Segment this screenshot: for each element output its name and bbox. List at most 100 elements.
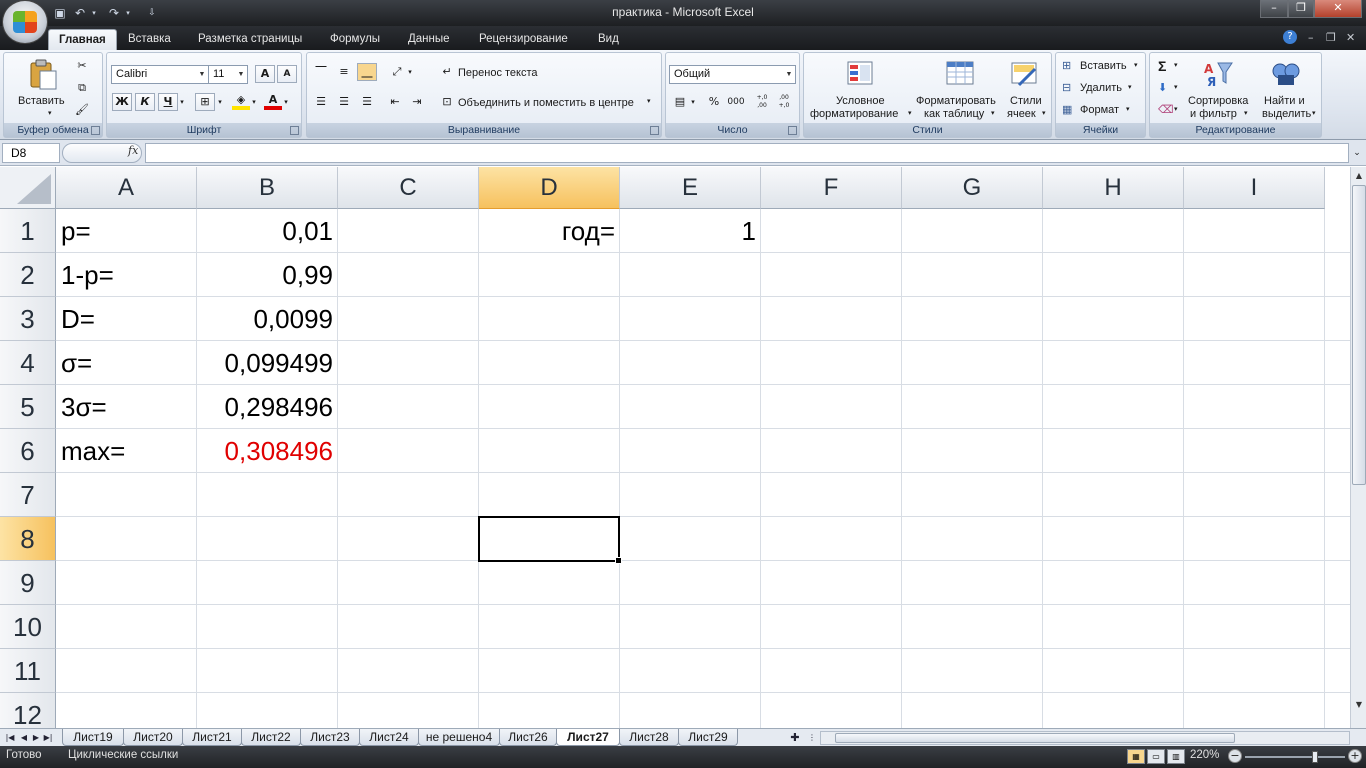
scroll-up-icon[interactable]: ▲ [1352, 168, 1366, 184]
font-name-select[interactable]: Calibri ▼ [111, 65, 209, 84]
normal-view-icon[interactable]: ▦ [1127, 749, 1145, 764]
cell-a4[interactable]: σ= [56, 341, 197, 385]
row-header-1[interactable]: 1 [0, 209, 56, 253]
cell-a6[interactable]: max= [56, 429, 197, 473]
formula-input[interactable] [145, 143, 1349, 163]
tab-page-layout[interactable]: Разметка страницы [188, 29, 312, 50]
fill-down-icon[interactable]: ⬇ [1158, 81, 1167, 94]
row-header-7[interactable]: 7 [0, 473, 56, 517]
sheet-tab-6[interactable]: Лист24 [359, 729, 419, 746]
autosum-button[interactable]: Σ [1158, 58, 1166, 74]
sort-filter-dropdown-icon[interactable]: ▾ [1244, 109, 1248, 117]
paste-dropdown-icon[interactable]: ▾ [48, 109, 52, 117]
find-select-label-1[interactable]: Найти и [1264, 95, 1305, 107]
font-size-select[interactable]: 11 ▼ [208, 65, 248, 84]
row-header-8[interactable]: 8 [0, 517, 56, 561]
horizontal-scroll-thumb[interactable] [835, 733, 1235, 743]
row-header-11[interactable]: 11 [0, 649, 56, 693]
zoom-out-icon[interactable]: − [1228, 749, 1242, 763]
format-as-table-label-1[interactable]: Форматировать [916, 95, 996, 107]
sheet-tab-3[interactable]: Лист21 [182, 729, 242, 746]
zoom-level[interactable]: 220% [1190, 749, 1219, 761]
font-launcher-icon[interactable] [290, 126, 299, 135]
last-sheet-icon[interactable]: ▶| [42, 730, 54, 745]
sheet-tab-4[interactable]: Лист22 [241, 729, 301, 746]
font-color-dropdown-icon[interactable]: ▾ [281, 93, 291, 111]
office-button[interactable] [2, 0, 48, 44]
tab-data[interactable]: Данные [398, 29, 460, 50]
decrease-decimal-button[interactable]: ,00 +,0 [774, 93, 794, 111]
column-header-h[interactable]: H [1043, 167, 1184, 209]
clear-dropdown-icon[interactable]: ▾ [1174, 105, 1178, 113]
insert-cells-icon[interactable]: ⊞ [1062, 59, 1071, 72]
align-right-icon[interactable]: ☰ [357, 93, 377, 111]
cell-b3[interactable]: 0,0099 [197, 297, 338, 341]
sheet-tab-1[interactable]: Лист19 [62, 729, 124, 746]
conditional-formatting-icon[interactable] [844, 59, 876, 89]
vertical-scroll-thumb[interactable] [1352, 185, 1366, 485]
conditional-formatting-label-1[interactable]: Условное [836, 95, 885, 107]
sheet-tab-11[interactable]: Лист29 [678, 729, 738, 746]
zoom-slider[interactable] [1245, 751, 1345, 763]
cell-a2[interactable]: 1-p= [56, 253, 197, 297]
find-select-label-2[interactable]: выделить [1262, 108, 1311, 120]
cell-e1[interactable]: 1 [620, 209, 761, 253]
page-break-view-icon[interactable]: ▥ [1167, 749, 1185, 764]
currency-dropdown-icon[interactable]: ▾ [688, 93, 698, 111]
find-select-dropdown-icon[interactable]: ▾ [1312, 109, 1316, 117]
column-header-a[interactable]: A [56, 167, 197, 209]
wrap-text-button[interactable]: Перенос текста [458, 67, 538, 79]
format-as-table-dropdown-icon[interactable]: ▾ [991, 109, 995, 117]
cut-icon[interactable]: ✂ [72, 57, 92, 75]
delete-cells-button[interactable]: Удалить [1080, 82, 1122, 94]
align-middle-icon[interactable]: ≡ [334, 63, 354, 81]
tab-formulas[interactable]: Формулы [320, 29, 390, 50]
borders-dropdown-icon[interactable]: ▾ [215, 93, 225, 111]
sort-filter-label-1[interactable]: Сортировка [1188, 95, 1248, 107]
merge-dropdown-icon[interactable]: ▾ [647, 97, 651, 105]
vertical-scrollbar[interactable]: ▲ ▼ [1350, 167, 1366, 728]
tab-home[interactable]: Главная [48, 29, 117, 50]
find-select-icon[interactable] [1270, 59, 1302, 89]
format-as-table-label-2[interactable]: как таблицу [924, 108, 984, 120]
row-header-5[interactable]: 5 [0, 385, 56, 429]
cell-b6[interactable]: 0,308496 [197, 429, 338, 473]
column-header-i[interactable]: I [1184, 167, 1325, 209]
tab-split-handle[interactable]: ⋮ [808, 730, 816, 745]
cell-a5[interactable]: 3σ= [56, 385, 197, 429]
sheet-tab-7[interactable]: не решено4 [418, 729, 500, 746]
cell-b5[interactable]: 0,298496 [197, 385, 338, 429]
align-left-icon[interactable]: ☰ [311, 93, 331, 111]
underline-button[interactable]: Ч [158, 93, 178, 111]
select-all-button[interactable] [0, 167, 56, 209]
sheet-tab-5[interactable]: Лист23 [300, 729, 360, 746]
insert-function-button[interactable]: fx [128, 144, 138, 157]
delete-cells-icon[interactable]: ⊟ [1062, 81, 1071, 94]
horizontal-scrollbar[interactable] [820, 731, 1350, 745]
first-sheet-icon[interactable]: |◀ [4, 730, 16, 745]
number-launcher-icon[interactable] [788, 126, 797, 135]
sort-filter-label-2[interactable]: и фильтр [1190, 108, 1237, 120]
cell-styles-label-1[interactable]: Стили [1010, 95, 1042, 107]
column-header-b[interactable]: B [197, 167, 338, 209]
merge-center-button[interactable]: Объединить и поместить в центре [458, 97, 634, 109]
close-button[interactable]: ✕ [1314, 0, 1362, 18]
cell-a3[interactable]: D= [56, 297, 197, 341]
insert-cells-button[interactable]: Вставить [1080, 60, 1127, 72]
sheet-tab-10[interactable]: Лист28 [619, 729, 679, 746]
conditional-dropdown-icon[interactable]: ▾ [908, 109, 912, 117]
row-header-2[interactable]: 2 [0, 253, 56, 297]
next-sheet-icon[interactable]: ▶ [30, 730, 42, 745]
cell-styles-icon[interactable] [1009, 59, 1041, 89]
cell-b4[interactable]: 0,099499 [197, 341, 338, 385]
column-header-c[interactable]: C [338, 167, 479, 209]
copy-icon[interactable]: ⧉ [72, 79, 92, 97]
restore-button[interactable]: ❐ [1288, 0, 1314, 18]
align-center-icon[interactable]: ☰ [334, 93, 354, 111]
shrink-font-button[interactable]: A [277, 65, 297, 83]
sort-filter-icon[interactable]: AЯ [1202, 59, 1234, 89]
orientation-icon[interactable]: ⤢ [387, 63, 407, 81]
decrease-indent-icon[interactable]: ⇤ [385, 93, 405, 111]
prev-sheet-icon[interactable]: ◀ [18, 730, 30, 745]
format-painter-icon[interactable]: 🖌 [72, 101, 92, 119]
